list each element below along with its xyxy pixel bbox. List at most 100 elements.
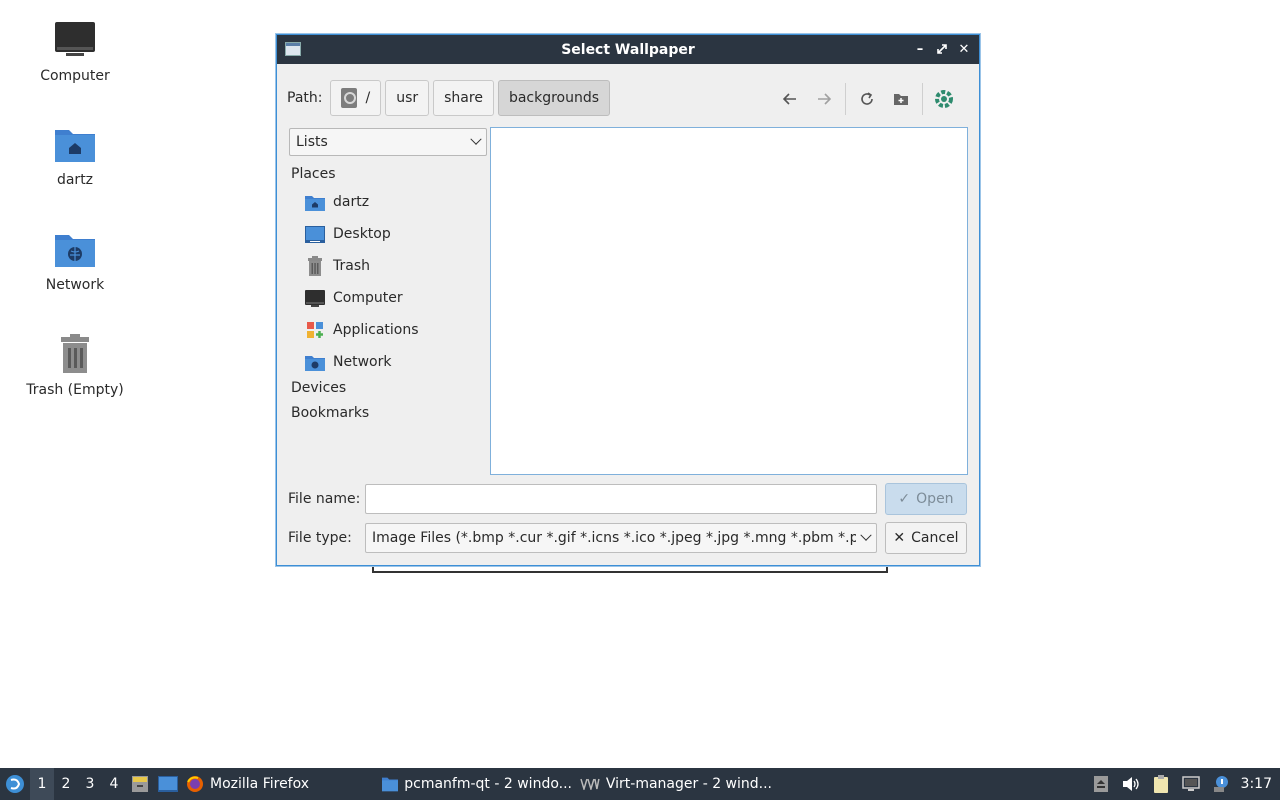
task-label: Virt-manager - 2 wind... bbox=[605, 776, 772, 792]
new-folder-icon bbox=[894, 94, 908, 105]
lxqt-logo-icon bbox=[6, 775, 24, 793]
places-header[interactable]: Places bbox=[291, 166, 487, 186]
sidebar-item-network[interactable]: Network bbox=[289, 346, 487, 378]
cancel-button[interactable]: ✕ Cancel bbox=[885, 522, 967, 554]
file-list-view[interactable] bbox=[490, 127, 968, 475]
workspace-1[interactable]: 1 bbox=[30, 768, 54, 800]
open-button-label: Open bbox=[916, 491, 954, 507]
trash-icon bbox=[53, 332, 97, 376]
network-wired-icon bbox=[1181, 776, 1200, 791]
arrow-left-icon bbox=[783, 93, 796, 105]
notification-tray-button[interactable] bbox=[1211, 774, 1231, 794]
breadcrumb-label: usr bbox=[396, 90, 419, 106]
desktop-icon-label: dartz bbox=[56, 172, 94, 188]
workspace-2[interactable]: 2 bbox=[54, 768, 78, 800]
file-type-label: File type: bbox=[288, 530, 352, 546]
devices-header[interactable]: Devices bbox=[291, 380, 487, 403]
task-label: Mozilla Firefox bbox=[210, 776, 310, 792]
system-tray: 3:17 bbox=[1091, 768, 1280, 800]
sidebar-item-computer[interactable]: Computer bbox=[289, 282, 487, 314]
chevron-down-icon bbox=[470, 133, 482, 145]
quicklaunch-desktop[interactable] bbox=[154, 768, 182, 800]
maximize-button[interactable] bbox=[933, 39, 951, 59]
computer-icon bbox=[305, 289, 325, 307]
folder-icon bbox=[382, 777, 399, 792]
sidebar-item-applications[interactable]: Applications bbox=[289, 314, 487, 346]
network-folder-icon bbox=[305, 353, 325, 371]
drive-icon bbox=[341, 88, 358, 108]
reload-button[interactable] bbox=[850, 84, 884, 114]
close-button[interactable]: ✕ bbox=[955, 39, 973, 59]
virt-manager-icon bbox=[580, 778, 600, 790]
breadcrumb-label: backgrounds bbox=[508, 90, 600, 106]
start-menu-button[interactable] bbox=[0, 768, 30, 800]
forward-button[interactable] bbox=[807, 84, 841, 114]
view-mode-select[interactable]: Lists bbox=[289, 128, 487, 156]
clipboard-tray-button[interactable] bbox=[1151, 774, 1171, 794]
window-app-icon bbox=[285, 42, 301, 56]
path-label: Path: bbox=[287, 90, 323, 106]
desktop-icon-trash[interactable]: Trash (Empty) bbox=[20, 332, 130, 398]
breadcrumb-usr[interactable]: usr bbox=[385, 80, 430, 116]
task-label: pcmanfm-qt - 2 windo... bbox=[404, 776, 572, 792]
firefox-icon bbox=[187, 776, 203, 792]
desktop-icon-network[interactable]: Network bbox=[20, 227, 130, 293]
workspace-3[interactable]: 3 bbox=[78, 768, 102, 800]
breadcrumb-backgrounds[interactable]: backgrounds bbox=[497, 80, 611, 116]
sidebar-item-label: Network bbox=[333, 354, 392, 370]
sidebar-item-trash[interactable]: Trash bbox=[289, 250, 487, 282]
dialog-title: Select Wallpaper bbox=[561, 41, 695, 58]
sidebar-item-desktop[interactable]: Desktop bbox=[289, 218, 487, 250]
maximize-icon bbox=[937, 44, 947, 54]
reload-icon bbox=[861, 92, 873, 105]
navigation-toolbar bbox=[773, 83, 961, 115]
breadcrumb-root[interactable]: / bbox=[330, 80, 382, 116]
file-cabinet-icon bbox=[132, 776, 148, 792]
clock[interactable]: 3:17 bbox=[1241, 776, 1272, 792]
quicklaunch-file-manager[interactable] bbox=[126, 768, 154, 800]
sidebar-item-label: Desktop bbox=[333, 226, 391, 242]
minimize-button[interactable]: – bbox=[911, 39, 929, 59]
back-button[interactable] bbox=[773, 84, 807, 114]
desktop-icon-computer[interactable]: Computer bbox=[20, 18, 130, 84]
info-icon bbox=[1213, 776, 1228, 792]
home-folder-icon bbox=[305, 193, 325, 211]
sidebar-item-dartz[interactable]: dartz bbox=[289, 186, 487, 218]
volume-tray-button[interactable] bbox=[1121, 774, 1141, 794]
breadcrumb-label: / bbox=[365, 90, 371, 106]
desktop-icon-dartz[interactable]: dartz bbox=[20, 122, 130, 188]
removable-media-icon bbox=[1093, 776, 1108, 792]
gear-icon bbox=[935, 90, 953, 108]
file-type-value: Image Files (*.bmp *.cur *.gif *.icns *.… bbox=[372, 530, 856, 546]
dialog-titlebar[interactable]: Select Wallpaper – ✕ bbox=[277, 35, 979, 64]
file-name-input[interactable] bbox=[365, 484, 877, 514]
arrow-right-icon bbox=[818, 93, 831, 105]
task-virt-manager[interactable]: Virt-manager - 2 wind... bbox=[576, 768, 776, 800]
clipboard-icon bbox=[1153, 775, 1168, 793]
breadcrumb-label: share bbox=[444, 90, 483, 106]
desktop-icon-label: Trash (Empty) bbox=[26, 382, 124, 398]
file-name-label: File name: bbox=[288, 491, 361, 507]
filter-options-button[interactable] bbox=[927, 84, 961, 114]
breadcrumb-share[interactable]: share bbox=[433, 80, 494, 116]
speaker-icon bbox=[1122, 777, 1139, 791]
bookmarks-header[interactable]: Bookmarks bbox=[291, 405, 487, 428]
task-firefox[interactable]: Mozilla Firefox bbox=[182, 768, 378, 800]
cancel-button-label: Cancel bbox=[911, 530, 959, 546]
new-folder-button[interactable] bbox=[884, 84, 918, 114]
applications-icon bbox=[305, 321, 325, 339]
home-folder-icon bbox=[53, 122, 97, 166]
file-type-select[interactable]: Image Files (*.bmp *.cur *.gif *.icns *.… bbox=[365, 523, 877, 553]
media-eject-tray-button[interactable] bbox=[1091, 774, 1111, 794]
path-bar: Path: / usr share backgrounds bbox=[287, 80, 611, 116]
select-wallpaper-dialog: Select Wallpaper – ✕ Path: / usr share b… bbox=[276, 34, 980, 566]
workspace-4[interactable]: 4 bbox=[102, 768, 126, 800]
network-tray-button[interactable] bbox=[1181, 774, 1201, 794]
computer-icon bbox=[53, 18, 97, 62]
sidebar-item-label: dartz bbox=[333, 194, 370, 210]
sidebar-item-label: Applications bbox=[333, 322, 419, 338]
chevron-down-icon bbox=[860, 529, 872, 541]
show-desktop-icon bbox=[158, 776, 178, 792]
open-button[interactable]: ✓ Open bbox=[885, 483, 967, 515]
task-pcmanfm[interactable]: pcmanfm-qt - 2 windo... bbox=[378, 768, 576, 800]
